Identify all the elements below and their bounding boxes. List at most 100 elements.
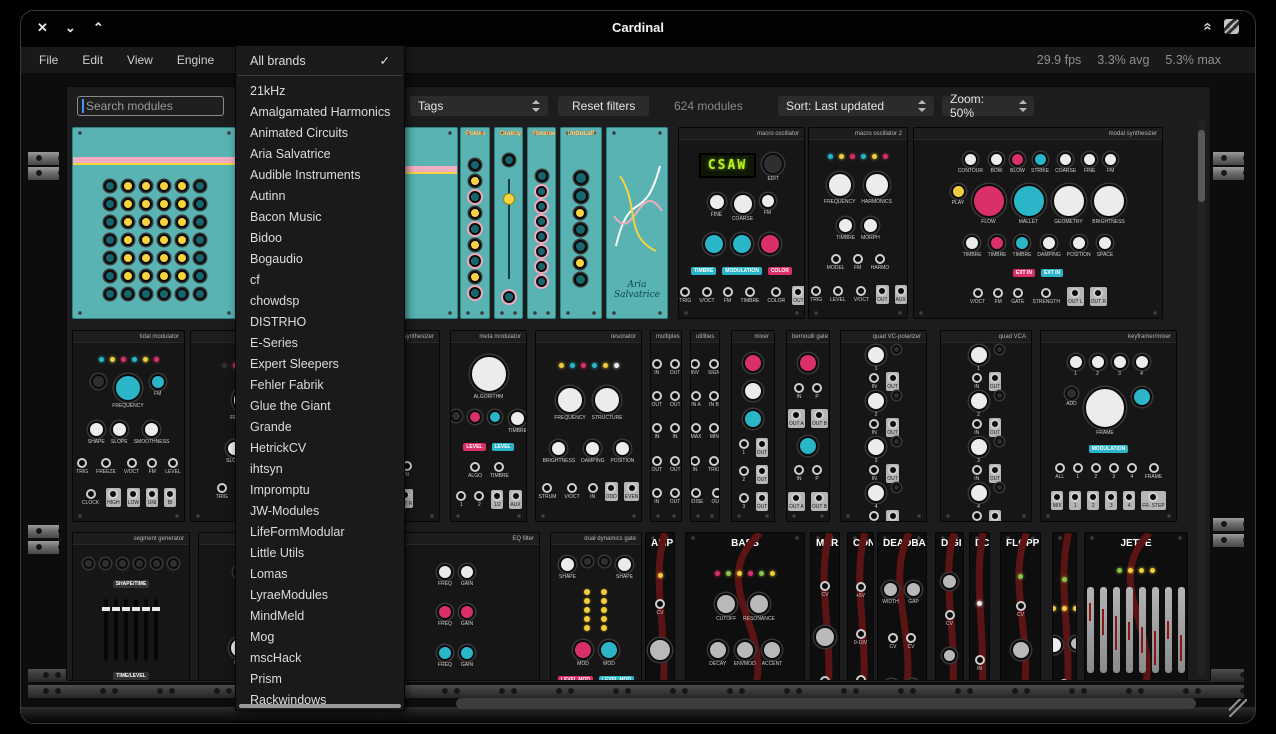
menubar-item-view[interactable]: View: [127, 53, 153, 67]
brand-menu-item[interactable]: 21kHz: [236, 80, 404, 101]
close-icon[interactable]: ✕: [37, 20, 48, 36]
brand-menu-item[interactable]: Lomas: [236, 563, 404, 584]
knob: [176, 198, 188, 210]
keyboard-tray-icon[interactable]: [1224, 19, 1239, 34]
module-card-flopper[interactable]: FLOPPERCVININ: [1000, 532, 1041, 681]
brand-menu-item[interactable]: Impromptu: [236, 479, 404, 500]
brand-menu-item[interactable]: Grande: [236, 416, 404, 437]
brand-menu-item[interactable]: HetrickCV: [236, 437, 404, 458]
brand-menu-item[interactable]: Little Utils: [236, 542, 404, 563]
module-card-pokies[interactable]: Pokies: [460, 127, 490, 319]
module-card-bernoulli-gate[interactable]: bernoulli gateINPOUT AOUT BINPOUT AOUT B: [786, 330, 830, 522]
jack-group: LEVEL: [164, 457, 182, 476]
module-card-grabby[interactable]: Grabby: [494, 127, 523, 319]
brand-menu-item[interactable]: cf: [236, 269, 404, 290]
module-card-dual-dynamics-gate[interactable]: dual dynamics gateSHAPESHAPEMODMODLEVEL …: [550, 532, 642, 681]
menubar-item-file[interactable]: File: [39, 53, 58, 67]
knob-group: FM: [150, 374, 166, 397]
reset-filters-button[interactable]: Reset filters: [558, 96, 649, 116]
brand-menu-item[interactable]: Autinn: [236, 185, 404, 206]
part-jacks: 2OUT: [738, 465, 769, 484]
brand-menu-item[interactable]: Mog: [236, 626, 404, 647]
brand-menu-item[interactable]: Amalgamated Harmonics: [236, 101, 404, 122]
module-card[interactable]: AriaSalvatrice: [606, 127, 668, 319]
brand-menu-item[interactable]: Bidoo: [236, 227, 404, 248]
maximize-icon[interactable]: ⌃: [93, 20, 104, 36]
module-card-macro-oscillator[interactable]: macro oscillatorCSAWEDITFINECOARSEFMTIMB…: [678, 127, 805, 319]
menu-horizontal-scrollbar[interactable]: [239, 704, 401, 708]
module-card-dc[interactable]: DCIN: [969, 532, 990, 681]
knob: [760, 193, 776, 209]
knob: [735, 640, 755, 660]
brand-menu-item-selected[interactable]: All brands ✓: [236, 50, 404, 71]
brand-menu-item[interactable]: E-Series: [236, 332, 404, 353]
sort-select[interactable]: Sort: Last updated: [778, 96, 934, 116]
module-card-bass[interactable]: BASSCUTOFFRESONANCEDECAYENVMODACCENTGATE…: [685, 532, 805, 681]
collapse-icon[interactable]: «: [1199, 22, 1216, 30]
brand-menu-item[interactable]: LifeFormModular: [236, 521, 404, 542]
menubar-item-edit[interactable]: Edit: [82, 53, 103, 67]
search-input[interactable]: [77, 96, 224, 116]
module-card-deadband[interactable]: DEADBANDWIDTHGAPCVCV: [877, 532, 927, 681]
module-card-tidal-modulator[interactable]: tidal modulatorFREQUENCYFMSHAPESLOPESMOO…: [72, 330, 185, 522]
brand-menu-item[interactable]: mscHack: [236, 647, 404, 668]
brand-menu-item[interactable]: DISTRHO: [236, 311, 404, 332]
brand-menu-item[interactable]: Audible Instruments: [236, 164, 404, 185]
browser-vertical-scrollbar[interactable]: [1198, 120, 1205, 676]
brand-menu-item[interactable]: Expert Sleepers: [236, 353, 404, 374]
led-indicator: [759, 571, 764, 576]
brand-menu-item[interactable]: Bacon Music: [236, 206, 404, 227]
jack-label: TRIG: [708, 467, 720, 473]
knob: [573, 640, 593, 660]
module-card-utilities[interactable]: utilitiesINVSIGNIN AIN BMAXMININTRIGNOIS…: [690, 330, 720, 522]
menubar-item-engine[interactable]: Engine: [177, 53, 214, 67]
module-body: CUTOFFRESONANCEDECAYENVMODACCENTGATEACCE…: [686, 551, 804, 681]
brand-menu-item[interactable]: Bogaudio: [236, 248, 404, 269]
brand-menu-item[interactable]: ihtsyn: [236, 458, 404, 479]
brand-menu-item[interactable]: LyraeModules: [236, 584, 404, 605]
tags-select[interactable]: Tags: [410, 96, 548, 116]
jack-group: OUT B: [811, 492, 828, 511]
restore-icon[interactable]: ⌄: [65, 20, 76, 36]
jack: [856, 629, 866, 639]
module-card-mera[interactable]: MERACVPRE: [810, 532, 840, 681]
knob: [892, 391, 901, 400]
module-card-digi[interactable]: DIGICVANALOG: [935, 532, 964, 681]
resize-grip[interactable]: [1229, 699, 1247, 717]
slider: [114, 599, 118, 661]
module-card-conv[interactable]: CONV+5V0-10V0-10V: [847, 532, 874, 681]
module-card-keyframer-mixer[interactable]: keyframer/mixer1234ADDFRAMEMODULATIONALL…: [1040, 330, 1177, 522]
brand-menu-item[interactable]: Fehler Fabrik: [236, 374, 404, 395]
brand-menu-item[interactable]: Aria Salvatrice: [236, 143, 404, 164]
knob: [951, 184, 966, 199]
module-card[interactable]: SPECT: [1052, 532, 1077, 681]
module-card-multiples[interactable]: multiplesINOUTOUTOUTININOUTOUTINOUT: [650, 330, 682, 522]
module-card-quad-vca[interactable]: quad VCA1INOUT2INOUT3INOUT4INOUT: [940, 330, 1032, 522]
brand-menu-item[interactable]: MindMeld: [236, 605, 404, 626]
module-card-modal-synthesizer[interactable]: modal synthesizerCONTOURBOWBLOWSTRIKECOA…: [913, 127, 1163, 319]
brand-menu-item[interactable]: Animated Circuits: [236, 122, 404, 143]
brand-menu-item[interactable]: Glue the Giant: [236, 395, 404, 416]
brand-menu-item[interactable]: Prism: [236, 668, 404, 689]
jack-label: IN B: [709, 402, 719, 408]
module-card-mixer[interactable]: mixer1OUT2OUT3OUT: [731, 330, 775, 522]
module-card-resonator[interactable]: resonatorFREQUENCYSTRUCTUREBRIGHTNESSDAM…: [535, 330, 642, 522]
module-card[interactable]: [72, 127, 237, 319]
slider: [134, 599, 138, 661]
module-card-macro-oscillator-2[interactable]: macro oscillator 2FREQUENCYHARMONICSTIMB…: [808, 127, 908, 319]
zoom-select[interactable]: Zoom: 50%: [942, 96, 1034, 116]
brand-menu-item[interactable]: JW-Modules: [236, 500, 404, 521]
module-body: CSAWEDITFINECOARSEFMTIMBREMODULATIONCOLO…: [679, 140, 804, 318]
module-card-quad-vc-polarizer[interactable]: quad VC-polarizer1INOUT2INOUT3INOUT4INOU…: [840, 330, 927, 522]
brand-menu-item[interactable]: chowdsp: [236, 290, 404, 311]
module-card-jette[interactable]: JETTEINPUT: [1084, 532, 1188, 681]
rack-horizontal-scrollbar[interactable]: [456, 698, 1196, 709]
scrollbar-thumb[interactable]: [1198, 130, 1205, 202]
module-card-meta-modulator[interactable]: meta modulatorALGORITHMTIMBRELEVELLEVELA…: [450, 330, 527, 522]
module-card-rotatoes[interactable]: Rotatoes: [527, 127, 556, 319]
module-card-undular[interactable]: UnDuLaR: [560, 127, 602, 319]
jack-label: OUT: [670, 370, 681, 376]
jack-group: IN: [971, 418, 983, 437]
module-card-amp[interactable]: AMPCVIN: [645, 532, 675, 681]
module-card-segment-generator[interactable]: segment generatorSHAPE/TIMETIME/LEVELGAT…: [72, 532, 190, 681]
